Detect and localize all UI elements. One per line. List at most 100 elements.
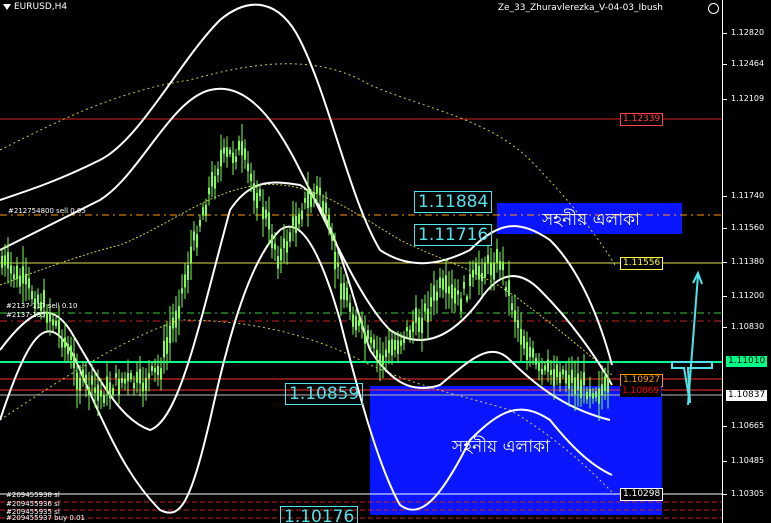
candle-body — [139, 368, 141, 384]
candle-body — [529, 346, 531, 358]
candle-body — [583, 372, 585, 386]
candle-body — [394, 339, 396, 350]
candle-body — [406, 327, 408, 332]
tick-label: 1.10830 — [731, 322, 765, 331]
direction-arrow — [671, 270, 713, 406]
level-label-low[interactable]: 1.10176 — [280, 506, 359, 523]
candle-body — [514, 310, 516, 323]
candle-body — [469, 274, 471, 287]
bid-price-tag: 1.10837 — [726, 390, 768, 401]
candle-body — [193, 231, 195, 241]
price-chart-plot[interactable]: EURUSD,H4 Ze_33_Zhuravlerezka_V-04-03_Ib… — [0, 0, 722, 523]
candle-body — [499, 260, 501, 270]
symbol-title: EURUSD,H4 — [14, 2, 68, 12]
tick-label: 1.10305 — [731, 489, 765, 498]
order-label-sell3[interactable]: #2137-135 — [6, 311, 46, 320]
chart-canvas — [0, 3, 722, 519]
candle-body — [82, 369, 84, 378]
candle-body — [121, 378, 123, 383]
candle-body — [517, 320, 519, 329]
candle-body — [343, 282, 345, 300]
candle-body — [442, 278, 444, 290]
candle-body — [49, 312, 51, 322]
tick-mark — [723, 296, 727, 297]
candle-body — [436, 291, 438, 301]
level-label-high1[interactable]: 1.11884 — [414, 191, 493, 213]
tick-mark — [723, 228, 727, 229]
tick-mark — [723, 426, 727, 427]
candle-body — [346, 287, 348, 301]
tick-label: 1.11200 — [731, 291, 765, 300]
candle-body — [418, 317, 420, 332]
candle-body — [136, 371, 138, 383]
tick-mark — [723, 196, 727, 197]
candle-body — [415, 307, 417, 323]
candle-body — [556, 364, 558, 378]
candle-body — [73, 353, 75, 369]
candle-body — [244, 148, 246, 160]
candle-body — [589, 388, 591, 397]
candle-body — [466, 296, 468, 301]
candle-body — [262, 206, 264, 220]
candle-body — [370, 337, 372, 344]
candle-body — [451, 284, 453, 299]
upper-zone-label: সহনীয় এলাকা — [542, 210, 640, 230]
candle-body — [253, 183, 255, 201]
candle-body — [232, 152, 234, 164]
candle-body — [229, 149, 231, 155]
level-label-mid[interactable]: 1.10859 — [285, 383, 364, 405]
candle-body — [541, 368, 543, 375]
candle-body — [19, 275, 21, 287]
candle-body — [559, 371, 561, 384]
candle-body — [208, 187, 210, 195]
chevron-down-icon[interactable] — [3, 4, 11, 10]
candle-body — [172, 317, 174, 329]
order-label-sell2[interactable]: #2137-117 sell 0.10 — [6, 302, 77, 311]
candle-body — [289, 232, 291, 242]
candle-body — [307, 190, 309, 209]
candle-body — [376, 349, 378, 359]
candle-body — [340, 283, 342, 300]
candle-body — [571, 369, 573, 383]
candle-body — [397, 340, 399, 354]
price-axis[interactable]: 1.12820 1.12464 1.12109 1.11740 1.11560 1.113… — [722, 0, 771, 523]
candle-body — [577, 373, 579, 390]
price-tag-5: 1.10869 — [620, 386, 662, 397]
candle-body — [493, 263, 495, 280]
candle-body — [256, 192, 258, 209]
candle-body — [13, 274, 15, 280]
price-tag-1: 1.12339 — [620, 113, 664, 126]
candle-body — [22, 266, 24, 284]
candle-body — [76, 372, 78, 390]
candle-body — [214, 176, 216, 189]
order-label-sl1[interactable]: #209455938 sl — [6, 491, 60, 500]
candle-body — [430, 297, 432, 307]
candle-body — [334, 251, 336, 270]
candle-body — [16, 265, 18, 279]
candle-body — [133, 383, 135, 389]
candle-body — [568, 374, 570, 389]
candle-body — [79, 377, 81, 391]
candle-body — [286, 241, 288, 253]
candle-body — [349, 302, 351, 312]
level-label-high2[interactable]: 1.11716 — [414, 224, 493, 246]
candle-body — [535, 358, 537, 365]
candle-body — [319, 187, 321, 195]
candle-body — [544, 365, 546, 371]
candle-body — [496, 248, 498, 263]
candle-body — [481, 272, 483, 282]
candle-body — [10, 265, 12, 274]
order-label-buy[interactable]: #209455937 buy 0.01 — [6, 514, 85, 523]
candle-body — [427, 308, 429, 323]
chart-window[interactable]: EURUSD,H4 Ze_33_Zhuravlerezka_V-04-03_Ib… — [0, 0, 771, 523]
candle-body — [400, 340, 402, 346]
candle-body — [148, 373, 150, 379]
candle-body — [202, 207, 204, 216]
candle-body — [592, 393, 594, 399]
candle-body — [166, 337, 168, 354]
candle-body — [295, 216, 297, 234]
candle-body — [265, 209, 267, 219]
order-label-sell1[interactable]: #212754800 sell 0.05 — [8, 207, 86, 216]
candle-body — [328, 215, 330, 228]
candle-body — [526, 341, 528, 360]
